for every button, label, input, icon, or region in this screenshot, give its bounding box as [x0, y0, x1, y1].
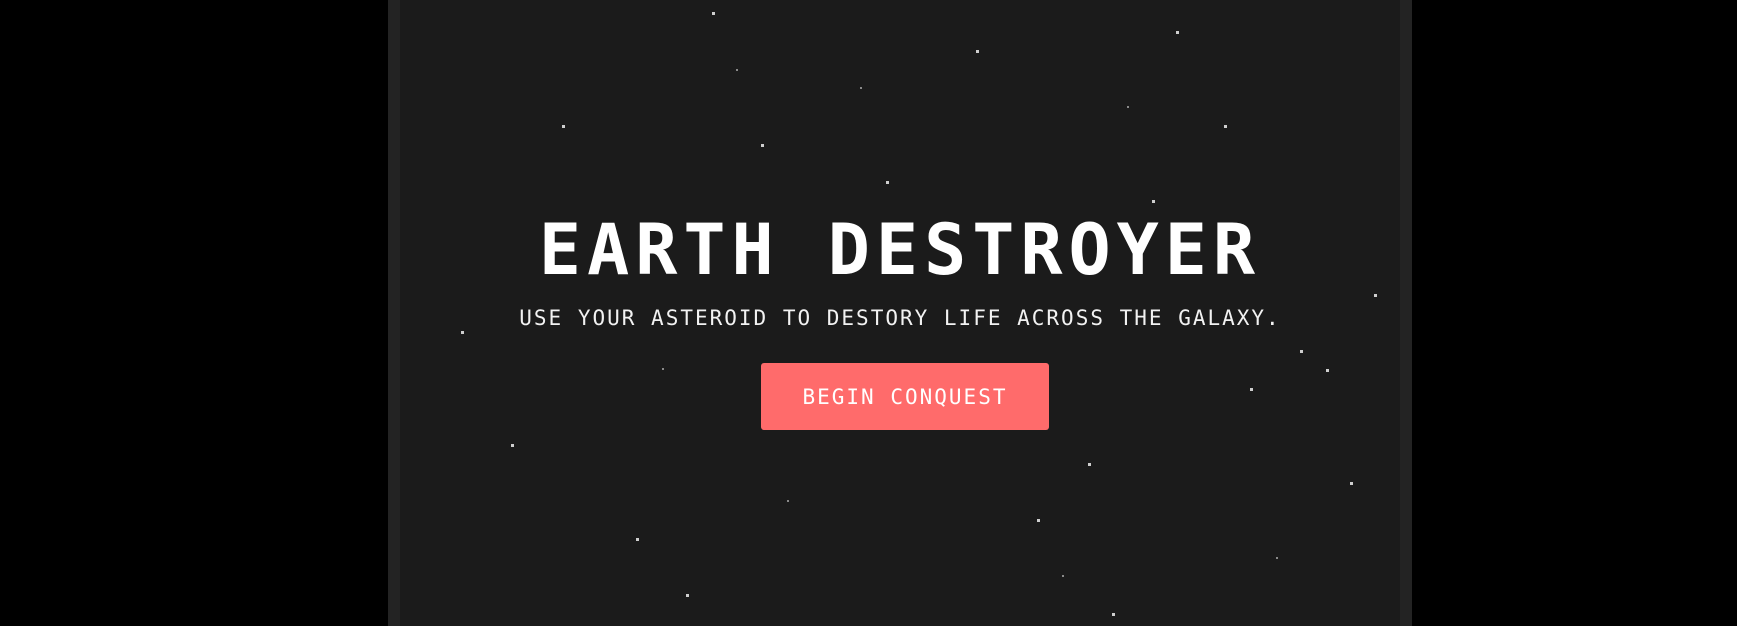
star — [1250, 388, 1253, 391]
star — [1037, 519, 1040, 522]
star — [1276, 557, 1278, 559]
star — [761, 144, 764, 147]
star — [1152, 200, 1155, 203]
star — [1112, 613, 1115, 616]
game-canvas: EARTH DESTROYER USE YOUR ASTEROID TO DES… — [388, 0, 1412, 626]
star — [787, 500, 789, 502]
star — [1127, 106, 1129, 108]
star — [886, 181, 889, 184]
star — [1062, 575, 1064, 577]
star — [461, 331, 464, 334]
star — [1350, 482, 1353, 485]
star — [976, 50, 979, 53]
star — [562, 125, 565, 128]
star — [1374, 294, 1377, 297]
game-subtitle: USE YOUR ASTEROID TO DESTORY LIFE ACROSS… — [519, 306, 1281, 330]
game-title: EARTH DESTROYER — [538, 209, 1262, 291]
star — [736, 69, 738, 71]
page-background: EARTH DESTROYER USE YOUR ASTEROID TO DES… — [0, 0, 1737, 626]
star — [636, 538, 639, 541]
begin-conquest-button[interactable]: BEGIN CONQUEST — [761, 363, 1049, 430]
star — [686, 594, 689, 597]
star — [662, 368, 664, 370]
star — [860, 87, 862, 89]
star — [712, 12, 715, 15]
star — [1088, 463, 1091, 466]
star — [1176, 31, 1179, 34]
star — [511, 444, 514, 447]
star — [1224, 125, 1227, 128]
star — [1326, 369, 1329, 372]
star — [1300, 350, 1303, 353]
